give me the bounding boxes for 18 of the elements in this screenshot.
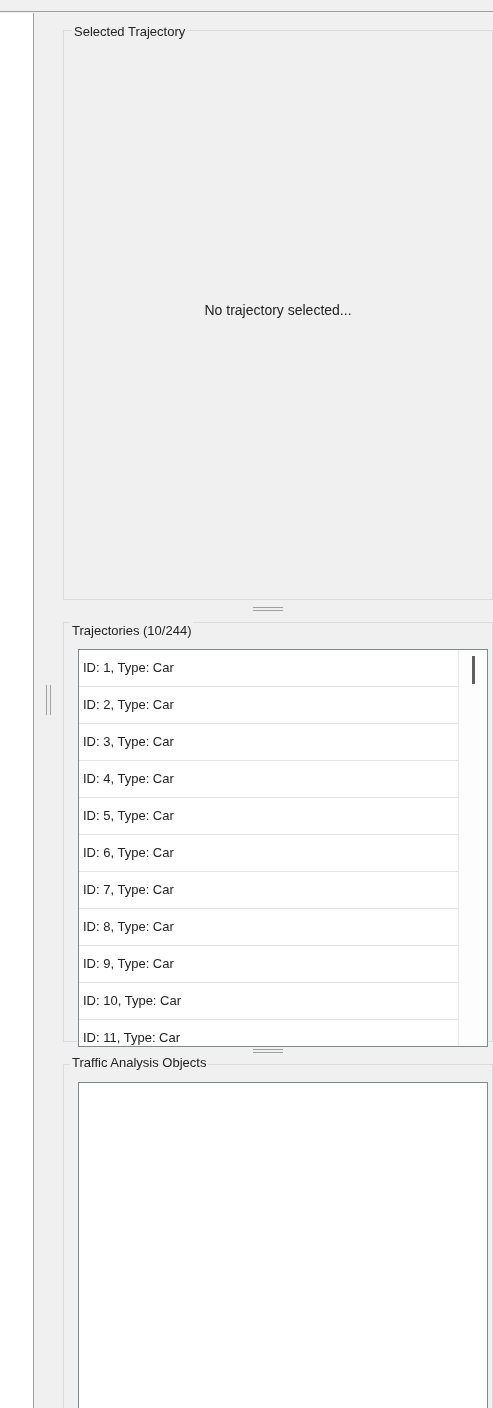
splitter-handle[interactable] [253,606,283,611]
list-item[interactable]: ID: 10, Type: Car [83,991,182,1011]
list-item[interactable]: ID: 7, Type: Car [83,880,174,900]
list-item[interactable]: ID: 4, Type: Car [83,769,174,789]
splitter-handle[interactable] [253,1048,283,1053]
trajectory-list[interactable]: ID: 1, Type: Car ID: 2, Type: Car ID: 3, Type: Car ID: 4, Type: Car ID: 5, Type: Car ID: 6, Type: Car ID: 7, Type: Car ID: 8, Type: Car ID: 9, Type: Car ID: 10, Type: Car ID: 11, Type: Car [78,649,488,1047]
group-title: Trajectories (10/244) [70,621,194,641]
list-item[interactable]: ID: 11, Type: Car [83,1028,181,1046]
list-item[interactable]: ID: 8, Type: Car [83,917,174,937]
splitter-handle[interactable] [46,685,51,715]
list-item[interactable]: ID: 9, Type: Car [83,954,174,974]
list-item[interactable]: ID: 5, Type: Car [83,806,174,826]
empty-message: No trajectory selected... [204,300,352,320]
scrollbar-thumb[interactable] [471,656,475,684]
list-item[interactable]: ID: 2, Type: Car [83,695,174,715]
list-item[interactable]: ID: 1, Type: Car [83,658,174,678]
list-item[interactable]: ID: 6, Type: Car [83,843,174,863]
list-item[interactable]: ID: 3, Type: Car [83,732,174,752]
